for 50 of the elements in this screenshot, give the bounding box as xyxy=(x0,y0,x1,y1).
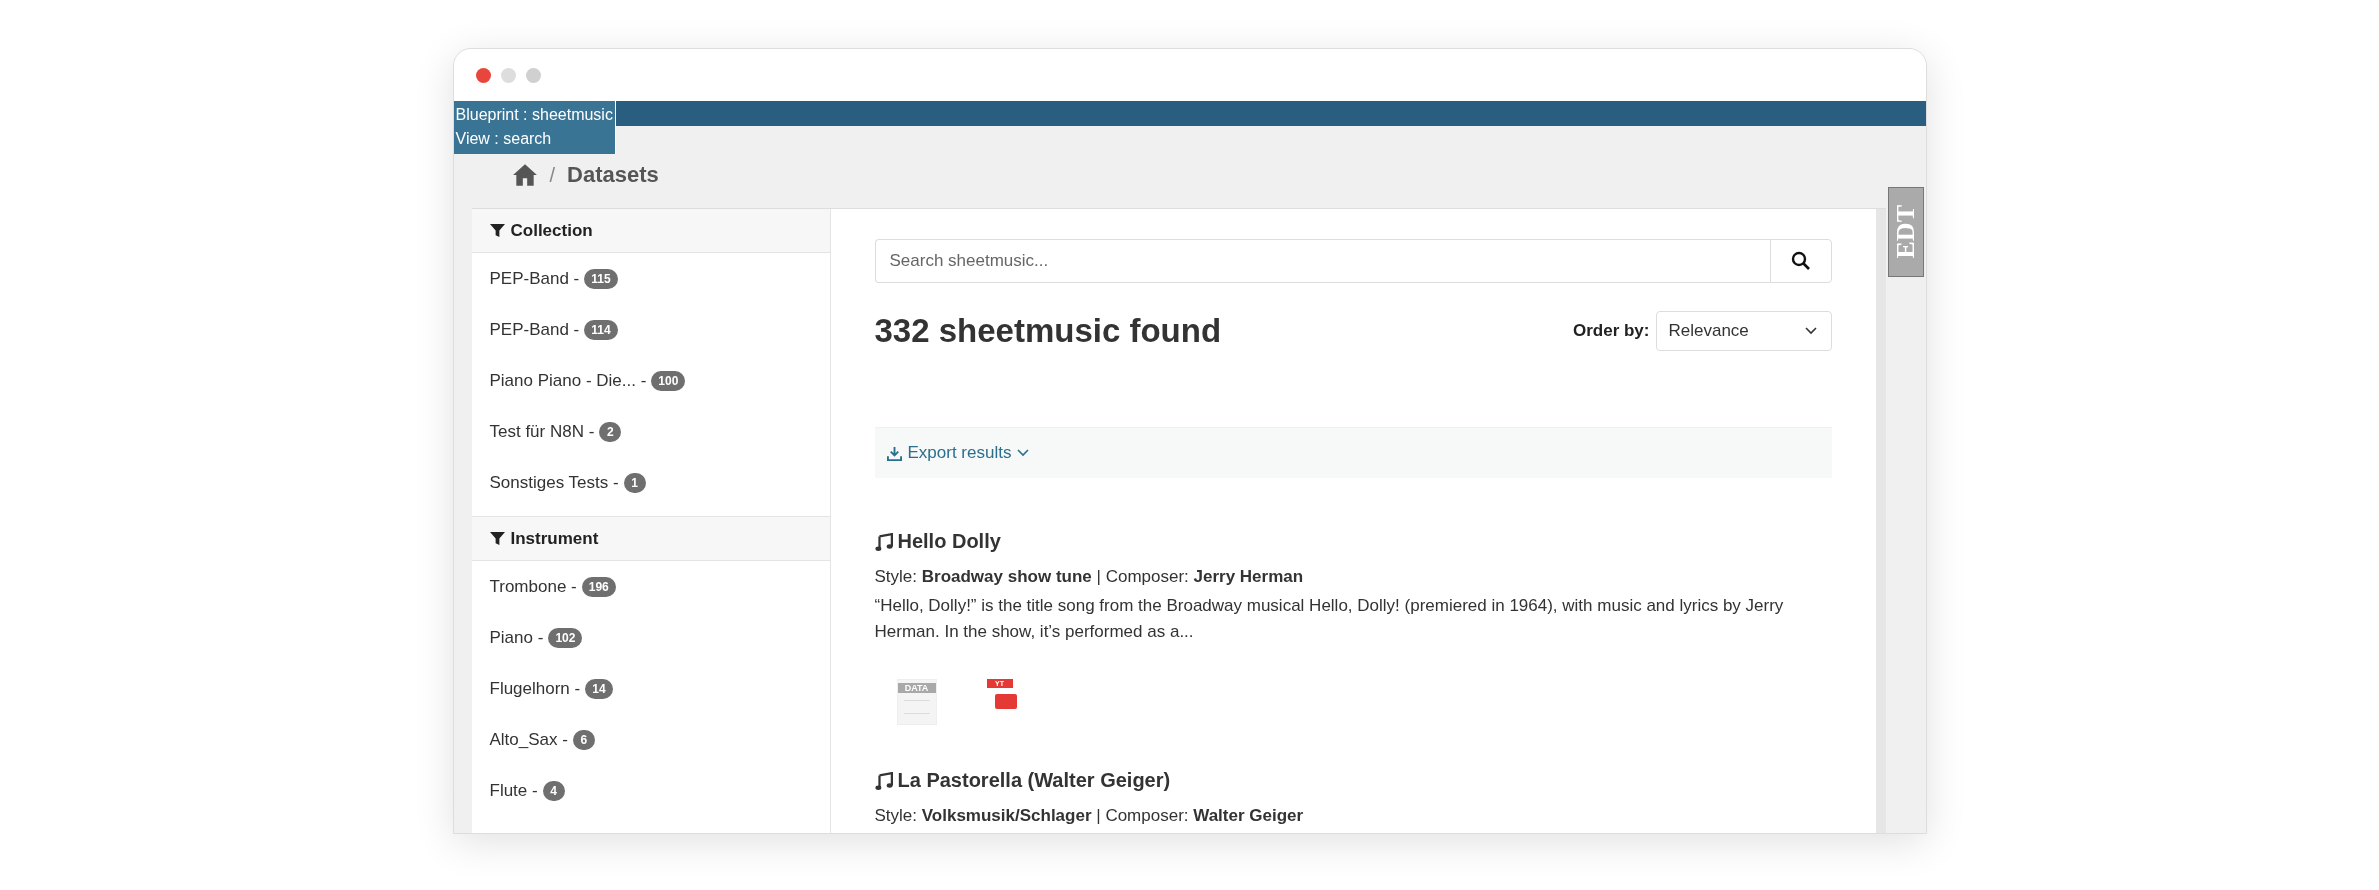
search-button[interactable] xyxy=(1769,239,1832,283)
window-control-dot[interactable] xyxy=(500,67,516,83)
music-note-icon xyxy=(874,771,893,790)
count-badge: 100 xyxy=(651,370,686,391)
download-icon xyxy=(886,445,902,461)
facet-link[interactable]: Test für N8N - xyxy=(489,421,595,442)
home-icon[interactable] xyxy=(511,163,538,187)
count-badge: 115 xyxy=(584,268,618,289)
blueprint-text: Blueprint : sheetmusic xyxy=(455,105,613,125)
facet-link[interactable]: PEP-Band - xyxy=(489,319,580,340)
facet-link[interactable]: Alto_Sax - xyxy=(489,729,568,750)
facet-link[interactable]: Trombone - xyxy=(489,576,577,597)
breadcrumb-separator: / xyxy=(549,163,556,187)
chevron-down-icon xyxy=(1017,449,1030,457)
facet-link[interactable]: Piano - xyxy=(489,627,544,648)
scrollbar[interactable] xyxy=(1875,209,1886,833)
facet-link[interactable]: Flugelhorn - xyxy=(489,678,581,699)
count-badge: 6 xyxy=(572,729,595,750)
result-title-link[interactable]: La Pastorella (Walter Geiger) xyxy=(897,769,1171,792)
facet-link[interactable]: PEP-Band - xyxy=(489,268,580,289)
count-badge: 2 xyxy=(599,421,622,442)
facet-link[interactable]: Piano Piano - Die... - xyxy=(489,370,647,391)
chevron-down-icon xyxy=(1804,327,1817,335)
music-note-icon xyxy=(874,532,893,551)
facet-link[interactable]: Flute - xyxy=(489,780,538,801)
window-control-dot[interactable] xyxy=(525,67,541,83)
breadcrumb-current: Datasets xyxy=(567,162,659,188)
search-icon xyxy=(1790,251,1811,271)
facet-link[interactable]: Sonstiges Tests - xyxy=(489,472,619,493)
count-badge: 102 xyxy=(548,627,583,648)
result-meta: Style: Volksmusik/Schlager | Composer: Walter Geiger xyxy=(874,806,1305,826)
window-control-dot[interactable] xyxy=(475,67,491,83)
filter-icon xyxy=(489,531,505,546)
order-by-select[interactable]: Relevance xyxy=(1655,311,1832,351)
count-badge: 196 xyxy=(581,576,616,597)
count-badge: 1 xyxy=(623,472,646,493)
export-results-link[interactable]: Export results xyxy=(886,443,1030,463)
facet-title: Collection xyxy=(510,220,593,241)
facet-title: Instrument xyxy=(510,528,599,549)
search-field[interactable]: Search sheetmusic... xyxy=(874,239,1770,283)
result-meta: Style: Broadway show tune | Composer: Jerry Herman xyxy=(874,567,1305,587)
results-count-heading: 332 sheetmusic found xyxy=(874,312,1222,350)
filter-icon xyxy=(489,223,505,238)
order-by-label: Order by: xyxy=(1572,321,1650,341)
count-badge: 114 xyxy=(584,319,618,340)
count-badge: 4 xyxy=(542,780,565,801)
count-badge: 14 xyxy=(585,678,613,699)
result-description: “Hello, Dolly!” is the title song from the Broadway musical Hello, Dolly! (premiered in 1964), with music and lyrics by Jerry Herman. In the show, it’s performed as a... xyxy=(874,595,1785,643)
view-text: View : search xyxy=(455,129,553,149)
result-title-link[interactable]: Hello Dolly xyxy=(897,530,1001,553)
